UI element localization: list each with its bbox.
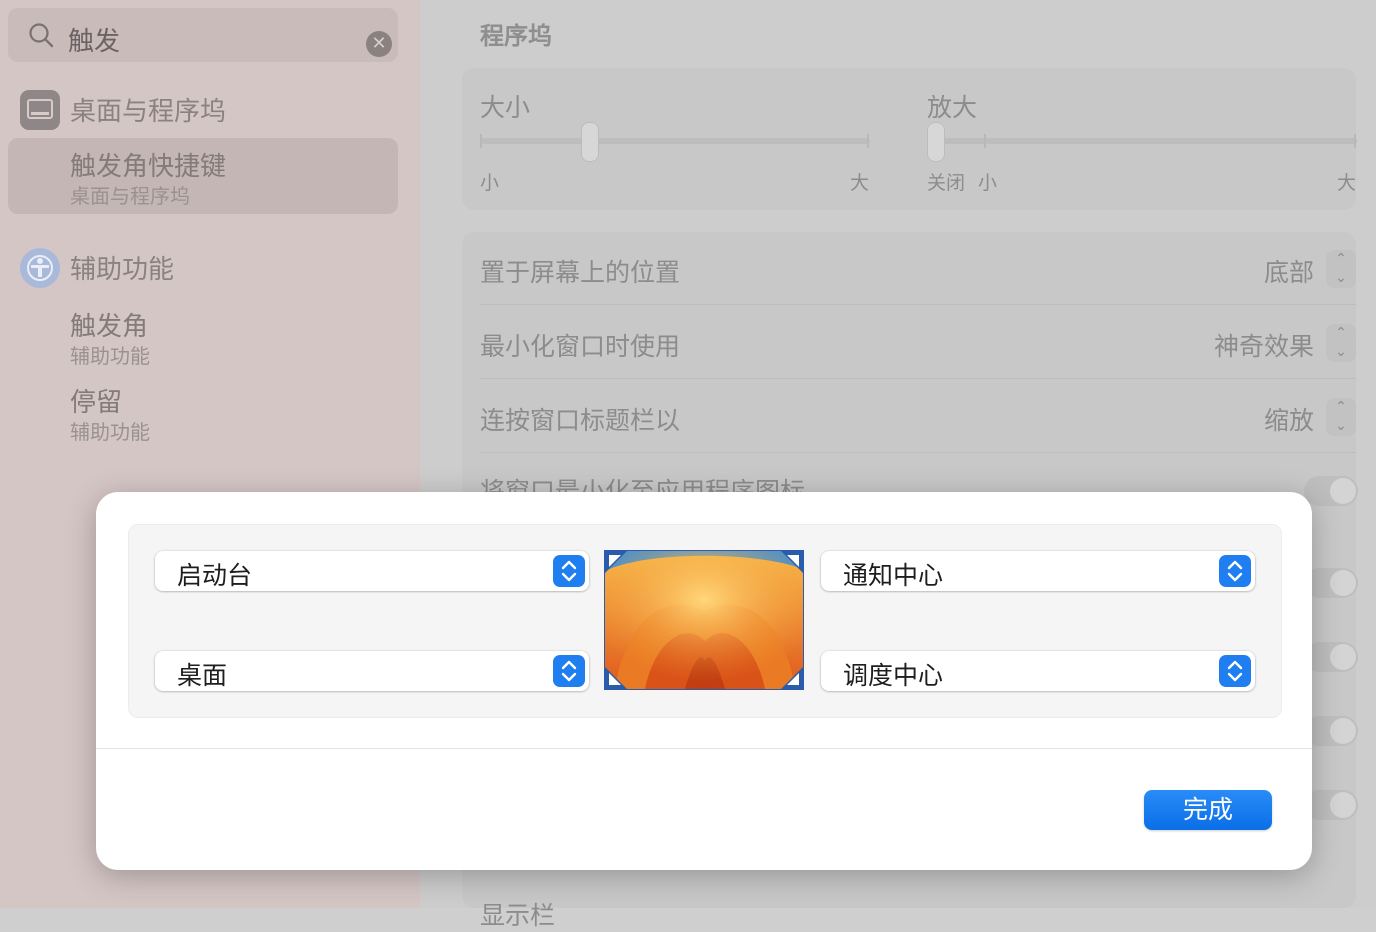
top-right-corner-popup[interactable]: 通知中心: [821, 551, 1255, 591]
chevron-up-down-icon[interactable]: [1219, 555, 1251, 587]
minimize-effect-stepper-icon[interactable]: ⌃ ⌄: [1326, 324, 1356, 362]
search-field[interactable]: 触发 ✕: [8, 8, 398, 62]
sidebar-item-dwell[interactable]: 停留 辅助功能: [8, 374, 398, 450]
magnification-off-label: 关闭: [927, 172, 966, 194]
sidebar-item-label: 触发角: [70, 312, 149, 342]
double-click-title-bar-value[interactable]: 缩放: [1264, 401, 1314, 437]
popup-label: 启动台: [177, 561, 253, 590]
sidebar-item-sublabel: 桌面与程序坞: [70, 184, 190, 208]
sidebar-section-title: 桌面与程序坞: [70, 97, 227, 127]
magnification-max-label: 大: [1337, 172, 1357, 194]
size-slider-track[interactable]: [480, 138, 870, 144]
sidebar-section-title: 辅助功能: [70, 255, 175, 285]
size-max-label: 大: [850, 172, 870, 194]
position-on-screen-value[interactable]: 底部: [1264, 253, 1314, 289]
page-title: 程序坞: [480, 22, 552, 50]
sidebar-item-hot-corners[interactable]: 触发角 辅助功能: [8, 298, 398, 374]
top-left-corner-popup[interactable]: 启动台: [155, 551, 589, 591]
position-stepper-icon[interactable]: ⌃ ⌄: [1326, 250, 1356, 288]
minimize-effect-value[interactable]: 神奇效果: [1214, 327, 1314, 363]
magnification-min-label: 小: [978, 172, 998, 194]
magnification-slider-thumb[interactable]: [927, 122, 945, 162]
double-click-stepper-icon[interactable]: ⌃ ⌄: [1326, 398, 1356, 436]
search-input[interactable]: 触发: [68, 21, 120, 58]
magnification-label: 放大: [927, 93, 978, 122]
size-label: 大小: [480, 93, 531, 122]
position-on-screen-label: 置于屏幕上的位置: [480, 258, 681, 287]
desktop-dock-icon: [20, 90, 60, 130]
sidebar-item-hot-corners-shortcuts[interactable]: 触发角快捷键 桌面与程序坞: [8, 138, 398, 214]
sidebar-item-label: 触发角快捷键: [70, 152, 227, 182]
size-slider-thumb[interactable]: [581, 122, 600, 162]
option-toggle[interactable]: [1304, 642, 1358, 672]
hot-corners-dialog: 启动台 桌面 通知中心 调度中心 完成: [96, 492, 1312, 870]
option-toggle[interactable]: [1304, 568, 1358, 598]
sidebar-item-sublabel: 辅助功能: [70, 344, 150, 368]
option-toggle[interactable]: [1304, 790, 1358, 820]
popup-label: 调度中心: [843, 661, 944, 690]
minimize-effect-label: 最小化窗口时使用: [480, 332, 681, 361]
popup-label: 通知中心: [843, 561, 944, 590]
minimize-into-app-icon-toggle[interactable]: [1304, 476, 1358, 506]
sidebar-item-label: 停留: [70, 388, 123, 418]
partial-row-label: 显示栏: [480, 901, 556, 930]
dock-size-card: 大小 小 大 放大 关闭 小 大: [462, 68, 1357, 210]
done-button[interactable]: 完成: [1144, 790, 1272, 830]
screen-preview-image: [604, 550, 804, 690]
clear-search-icon[interactable]: ✕: [366, 31, 392, 57]
option-toggle[interactable]: [1304, 716, 1358, 746]
bottom-left-corner-popup[interactable]: 桌面: [155, 651, 589, 691]
chevron-up-down-icon[interactable]: [553, 555, 585, 587]
popup-label: 桌面: [177, 661, 228, 690]
sidebar-item-sublabel: 辅助功能: [70, 420, 150, 444]
double-click-title-bar-label: 连按窗口标题栏以: [480, 406, 681, 435]
search-icon: [29, 23, 54, 48]
size-min-label: 小: [480, 172, 500, 194]
chevron-up-down-icon[interactable]: [553, 655, 585, 687]
bottom-right-corner-popup[interactable]: 调度中心: [821, 651, 1255, 691]
accessibility-icon: [20, 248, 60, 288]
magnification-slider-track[interactable]: [927, 138, 1357, 144]
chevron-up-down-icon[interactable]: [1219, 655, 1251, 687]
